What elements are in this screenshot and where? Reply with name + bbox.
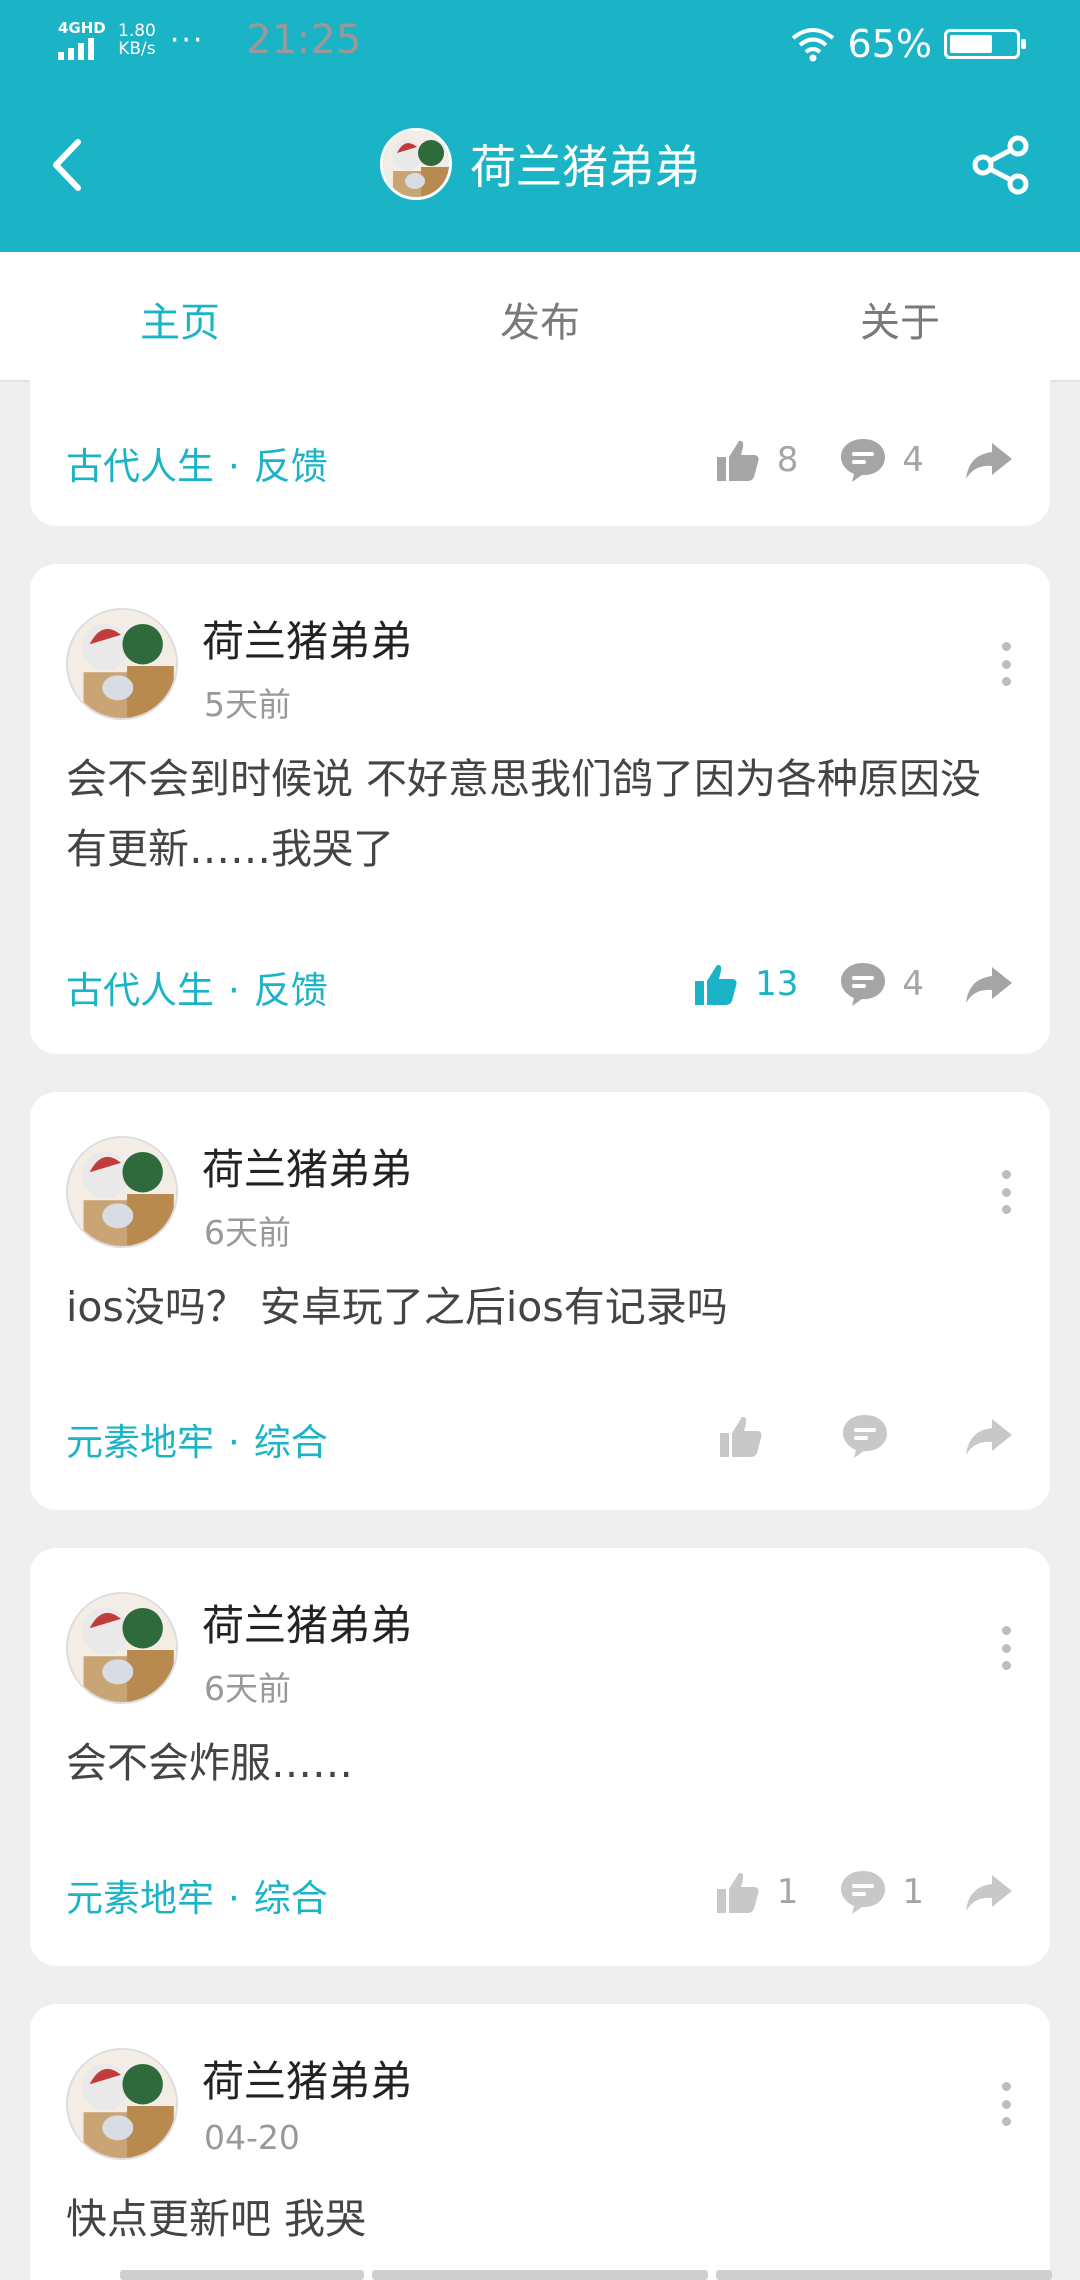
- battery-percent: 65%: [847, 22, 932, 66]
- thumbs-up-icon: [720, 1416, 762, 1457]
- battery-fill: [950, 35, 992, 53]
- network-indicator: 4GHD: [58, 20, 106, 60]
- author-name[interactable]: 荷兰猪弟弟: [202, 1592, 412, 1653]
- game-tag[interactable]: 元素地牢: [66, 1877, 214, 1920]
- image-strip-preview: [120, 2270, 1052, 2280]
- comment-button[interactable]: [840, 1411, 924, 1461]
- page-title: 荷兰猪弟弟: [470, 140, 700, 194]
- signal-icon: [58, 38, 106, 60]
- share-post-button[interactable]: [964, 1867, 1014, 1917]
- post-actions: [676, 1406, 1014, 1466]
- clock: 21:25: [246, 17, 362, 63]
- post-tags: 元素地牢 · 综合: [66, 1412, 328, 1466]
- post-tags: 元素地牢 · 综合: [66, 1868, 328, 1922]
- category-tag[interactable]: 反馈: [254, 969, 328, 1012]
- tag-separator: ·: [228, 969, 240, 1012]
- post-time: 6天前: [204, 1669, 291, 1708]
- thumbs-up-icon: [716, 440, 759, 481]
- post-footer: 元素地牢 · 综合 1 1: [66, 1862, 1014, 1922]
- post-actions: 1 1: [673, 1862, 1014, 1922]
- post-card[interactable]: 荷兰猪弟弟 6天前 ios没吗？ 安卓玩了之后ios有记录吗 元素地牢 · 综合: [30, 1092, 1050, 1510]
- category-tag[interactable]: 反馈: [254, 445, 328, 488]
- speed-unit: KB/s: [118, 39, 156, 59]
- speed-value: 1.80: [118, 21, 156, 41]
- avatar[interactable]: [66, 608, 178, 720]
- author-name[interactable]: 荷兰猪弟弟: [202, 2048, 412, 2109]
- post-time: 6天前: [204, 1213, 291, 1252]
- like-button[interactable]: 13: [691, 959, 798, 1009]
- like-button[interactable]: 1: [713, 1867, 799, 1917]
- thumbs-up-icon: [716, 1872, 759, 1913]
- author-name[interactable]: 荷兰猪弟弟: [202, 1136, 412, 1197]
- more-options-icon[interactable]: [1000, 642, 1012, 686]
- share-post-button[interactable]: [964, 959, 1014, 1009]
- comment-count: 4: [902, 964, 924, 1004]
- forward-icon: [966, 443, 1012, 479]
- top-bar: 4GHD 21:25 1.80 KB/s ··· 65% 荷兰猪弟弟: [0, 0, 1080, 252]
- thumbs-up-icon: [695, 964, 737, 1005]
- forward-icon: [966, 967, 1012, 1003]
- post-tags: 古代人生 · 反馈: [66, 436, 328, 490]
- more-notifications-icon: ···: [169, 22, 205, 58]
- game-tag[interactable]: 元素地牢: [66, 1421, 214, 1464]
- like-button[interactable]: 8: [713, 435, 799, 485]
- post-actions: 13 4: [651, 954, 1014, 1014]
- more-options-icon[interactable]: [1000, 1170, 1012, 1214]
- game-tag[interactable]: 古代人生: [66, 445, 214, 488]
- status-bar: 4GHD 21:25 1.80 KB/s ··· 65%: [0, 0, 1080, 84]
- category-tag[interactable]: 综合: [254, 1877, 328, 1920]
- like-button[interactable]: [716, 1411, 800, 1461]
- comment-icon: [843, 1415, 887, 1458]
- forward-icon: [966, 1875, 1012, 1911]
- nav-bar: 荷兰猪弟弟: [0, 84, 1080, 252]
- post-content[interactable]: ios没吗？ 安卓玩了之后ios有记录吗: [66, 1272, 1014, 1342]
- share-icon[interactable]: [970, 134, 1032, 196]
- more-options-icon[interactable]: [1000, 1626, 1012, 1670]
- comment-button[interactable]: 1: [838, 1867, 924, 1917]
- wifi-icon: [791, 28, 834, 62]
- post-content[interactable]: 快点更新吧 我哭: [66, 2184, 1014, 2254]
- post-tags: 古代人生 · 反馈: [66, 960, 328, 1014]
- post-card[interactable]: 荷兰猪弟弟 04-20 快点更新吧 我哭: [30, 2004, 1050, 2280]
- avatar[interactable]: [66, 1592, 178, 1704]
- post-time: 5天前: [204, 685, 291, 724]
- battery-icon: [944, 29, 1026, 59]
- like-count: 1: [776, 1872, 799, 1912]
- comment-count: 1: [902, 1872, 924, 1912]
- post-card[interactable]: 荷兰猪弟弟 5天前 会不会到时候说 不好意思我们鸽了因为各种原因没有更新……我哭…: [30, 564, 1050, 1054]
- post-footer: 元素地牢 · 综合: [66, 1406, 1014, 1466]
- like-count: 8: [776, 440, 799, 480]
- comment-button[interactable]: 4: [838, 959, 924, 1009]
- post-content[interactable]: 会不会到时候说 不好意思我们鸽了因为各种原因没有更新……我哭了: [66, 744, 1014, 884]
- comment-count: 4: [902, 440, 924, 480]
- like-count: 13: [755, 964, 799, 1004]
- game-tag[interactable]: 古代人生: [66, 969, 214, 1012]
- share-post-button[interactable]: [964, 435, 1014, 485]
- network-speed: 1.80 KB/s: [118, 22, 156, 58]
- share-post-button[interactable]: [964, 1411, 1014, 1461]
- category-tag[interactable]: 综合: [254, 1421, 328, 1464]
- post-card[interactable]: 荷兰猪弟弟 6天前 会不会炸服…… 元素地牢 · 综合 1 1: [30, 1548, 1050, 1966]
- post-footer: 古代人生 · 反馈 8 4: [66, 430, 1014, 490]
- post-card[interactable]: 古代人生 · 反馈 8 4: [30, 340, 1050, 526]
- comment-icon: [841, 439, 886, 482]
- comment-button[interactable]: 4: [838, 435, 924, 485]
- avatar[interactable]: [66, 2048, 178, 2160]
- comment-icon: [841, 963, 886, 1006]
- author-name[interactable]: 荷兰猪弟弟: [202, 608, 412, 669]
- post-footer: 古代人生 · 反馈 13 4: [66, 954, 1014, 1014]
- network-type: 4GHD: [58, 19, 106, 37]
- comment-icon: [841, 1871, 886, 1914]
- post-time: 04-20: [204, 2118, 300, 2157]
- post-content[interactable]: 会不会炸服……: [66, 1728, 1014, 1798]
- tag-separator: ·: [228, 445, 240, 488]
- avatar[interactable]: [66, 1136, 178, 1248]
- header-title-group: 荷兰猪弟弟: [0, 128, 1080, 200]
- post-actions: 8 4: [673, 430, 1014, 490]
- avatar[interactable]: [380, 128, 452, 200]
- tag-separator: ·: [228, 1877, 240, 1920]
- more-options-icon[interactable]: [1000, 2082, 1012, 2126]
- forward-icon: [966, 1419, 1012, 1455]
- tag-separator: ·: [228, 1421, 240, 1464]
